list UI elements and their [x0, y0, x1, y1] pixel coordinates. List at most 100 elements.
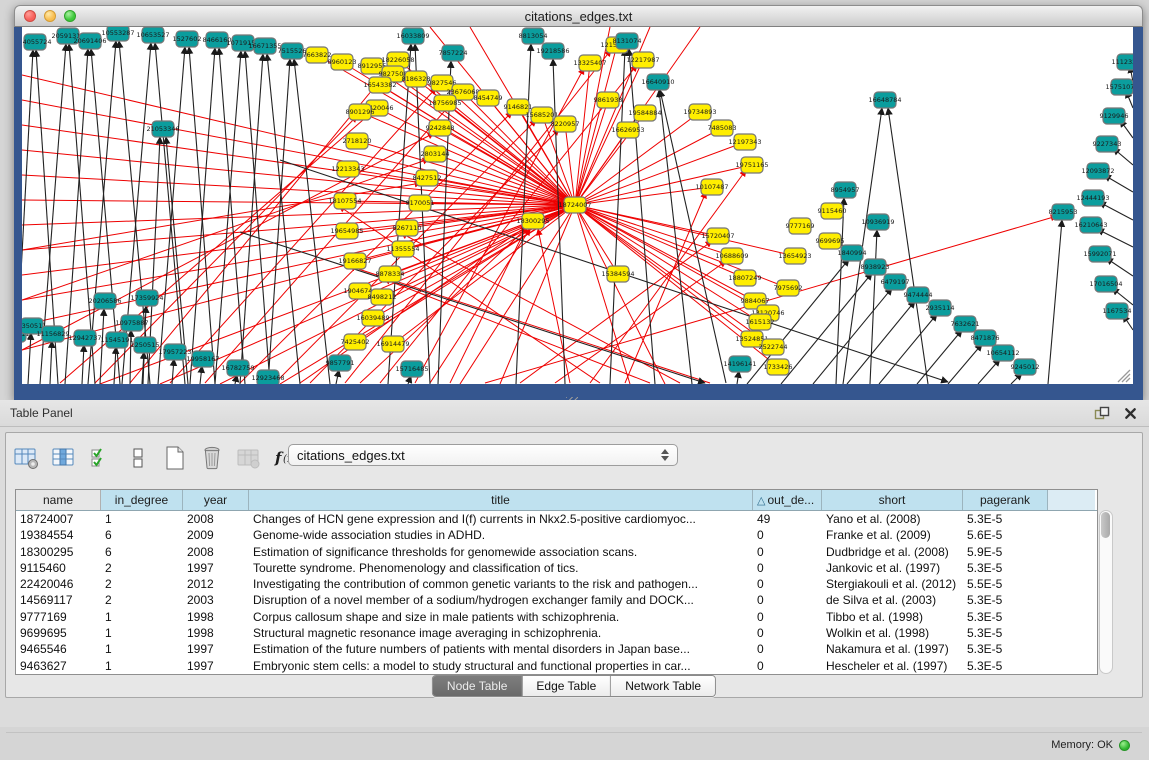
graph-node[interactable]: 13654923: [778, 248, 811, 264]
tab-edge-table[interactable]: Edge Table: [521, 676, 610, 696]
graph-node[interactable]: 10653527: [136, 27, 169, 43]
graph-node[interactable]: 17359924: [130, 290, 163, 306]
graph-node[interactable]: 12444193: [1076, 190, 1109, 206]
canvas-resize-grip[interactable]: [1118, 370, 1130, 382]
graph-node[interactable]: 2935114: [926, 300, 955, 316]
graph-node[interactable]: 7485083: [708, 120, 737, 136]
graph-node[interactable]: 8427512: [413, 170, 442, 186]
table-row[interactable]: 1938455462009Genome-wide association stu…: [16, 527, 1097, 543]
delete-icon[interactable]: [197, 444, 227, 472]
graph-node[interactable]: 15720407: [701, 228, 734, 244]
import-table-icon[interactable]: [234, 444, 264, 472]
graph-node[interactable]: 9170051: [406, 195, 435, 211]
graph-node[interactable]: 2522744: [759, 339, 788, 355]
new-file-icon[interactable]: [160, 444, 190, 472]
graph-node[interactable]: 9242848: [426, 120, 455, 136]
memory-status-icon[interactable]: [1119, 740, 1130, 751]
graph-node[interactable]: 1733426: [764, 359, 793, 375]
column-header-short[interactable]: short: [822, 490, 963, 510]
graph-node[interactable]: 9861938: [594, 92, 623, 108]
graph-node[interactable]: 9129946: [1100, 108, 1129, 124]
graph-node[interactable]: 8220957: [551, 116, 580, 132]
graph-node[interactable]: 8454749: [474, 90, 503, 106]
graph-node[interactable]: 2803144: [421, 146, 450, 162]
column-header-pagerank[interactable]: pagerank: [963, 490, 1048, 510]
table-scrollbar-thumb[interactable]: [1101, 512, 1110, 538]
graph-node[interactable]: 8471876: [971, 330, 1000, 346]
graph-node[interactable]: 9699695: [816, 233, 845, 249]
graph-node[interactable]: 16210643: [1074, 217, 1107, 233]
graph-node[interactable]: 9777169: [786, 218, 815, 234]
graph-node[interactable]: 19218586: [536, 43, 569, 59]
graph-node[interactable]: 16033809: [396, 28, 429, 44]
table-select[interactable]: citations_edges.txt: [288, 444, 678, 466]
graph-node[interactable]: 16914479: [376, 336, 409, 352]
column-header-title[interactable]: title: [249, 490, 753, 510]
column-header-in-degree[interactable]: in_degree: [101, 490, 183, 510]
float-panel-icon[interactable]: [1094, 406, 1110, 420]
graph-node[interactable]: 8954957: [831, 182, 860, 198]
graph-node[interactable]: 9857791: [326, 355, 355, 371]
graph-node[interactable]: 8186328: [402, 71, 431, 87]
column-header-year[interactable]: year: [183, 490, 249, 510]
table-row[interactable]: 1830029562008Estimation of significance …: [16, 544, 1097, 560]
graph-node[interactable]: 12217987: [626, 52, 659, 68]
graph-node[interactable]: 15751074: [1105, 79, 1133, 95]
graph-node[interactable]: 19654985: [330, 223, 363, 239]
graph-node[interactable]: 10654112: [986, 345, 1019, 361]
graph-node[interactable]: 19734893: [683, 104, 716, 120]
graph-node[interactable]: 9115460: [818, 203, 847, 219]
graph-node[interactable]: 12197343: [728, 134, 761, 150]
graph-node[interactable]: 8267110: [393, 220, 422, 236]
rows-icon[interactable]: [123, 444, 153, 472]
graph-node[interactable]: 12942737: [68, 330, 101, 346]
graph-node[interactable]: 8960123: [328, 54, 357, 70]
column-header-name[interactable]: name: [16, 490, 101, 510]
graph-node[interactable]: 8878334: [376, 266, 405, 282]
select-checks-icon[interactable]: [86, 444, 116, 472]
table-row[interactable]: 2242004622012Investigating the contribut…: [16, 576, 1097, 592]
column-header-out-de-[interactable]: △out_de...: [753, 490, 822, 510]
graph-node[interactable]: 12093872: [1081, 163, 1114, 179]
graph-node[interactable]: 9245012: [1011, 359, 1040, 375]
network-view[interactable]: 7663822896012389129551822605898275081654…: [14, 27, 1143, 400]
graph-node[interactable]: 21053346: [146, 121, 179, 137]
graph-node[interactable]: 8901296: [346, 104, 375, 120]
tab-network-table[interactable]: Network Table: [610, 676, 715, 696]
graph-node[interactable]: 7975692: [774, 280, 803, 296]
graph-node[interactable]: 1250515: [131, 337, 160, 353]
graph-node[interactable]: 19751165: [735, 157, 768, 173]
table-row[interactable]: 911546021997Tourette syndrome. Phenomeno…: [16, 560, 1097, 576]
network-canvas[interactable]: 7663822896012389129551822605898275081654…: [22, 27, 1133, 384]
graph-node[interactable]: 18107554: [328, 193, 361, 209]
graph-node[interactable]: 12923468: [251, 370, 284, 384]
table-settings-icon[interactable]: [12, 444, 42, 472]
graph-node[interactable]: 1527602: [173, 31, 202, 47]
graph-node[interactable]: 1167534: [1103, 303, 1132, 319]
graph-node[interactable]: 8215953: [1049, 204, 1078, 220]
table-row[interactable]: 946554611997Estimation of the future num…: [16, 641, 1097, 657]
graph-node[interactable]: 18807249: [728, 270, 761, 286]
graph-node[interactable]: 8938923: [861, 259, 890, 275]
tab-node-table[interactable]: Node Table: [433, 676, 522, 696]
graph-node[interactable]: 9227343: [1093, 136, 1122, 152]
graph-node[interactable]: 12213343: [331, 161, 364, 177]
graph-node[interactable]: 8498212: [368, 289, 397, 305]
graph-node[interactable]: 8131074: [613, 33, 642, 49]
graph-node[interactable]: 17016504: [1089, 276, 1122, 292]
graph-node[interactable]: 16626953: [611, 122, 644, 138]
table-column-icon[interactable]: [49, 444, 79, 472]
table-row[interactable]: 969969511998Structural magnetic resonanc…: [16, 625, 1097, 641]
graph-node[interactable]: 15716485: [395, 361, 428, 377]
graph-node[interactable]: 24055724: [22, 34, 52, 50]
graph-node[interactable]: 6479197: [881, 274, 910, 290]
graph-node[interactable]: 7425402: [341, 334, 370, 350]
graph-node[interactable]: 7632621: [951, 316, 980, 332]
graph-node[interactable]: 7515526: [278, 43, 307, 59]
table-row[interactable]: 946362711997Embryonic stem cells: a mode…: [16, 658, 1097, 674]
graph-node[interactable]: 9474444: [904, 287, 933, 303]
graph-node[interactable]: 7857224: [439, 45, 468, 61]
graph-node[interactable]: 1615132: [746, 314, 775, 330]
graph-node[interactable]: 2718120: [343, 133, 372, 149]
graph-node[interactable]: 11123271: [1111, 54, 1133, 70]
